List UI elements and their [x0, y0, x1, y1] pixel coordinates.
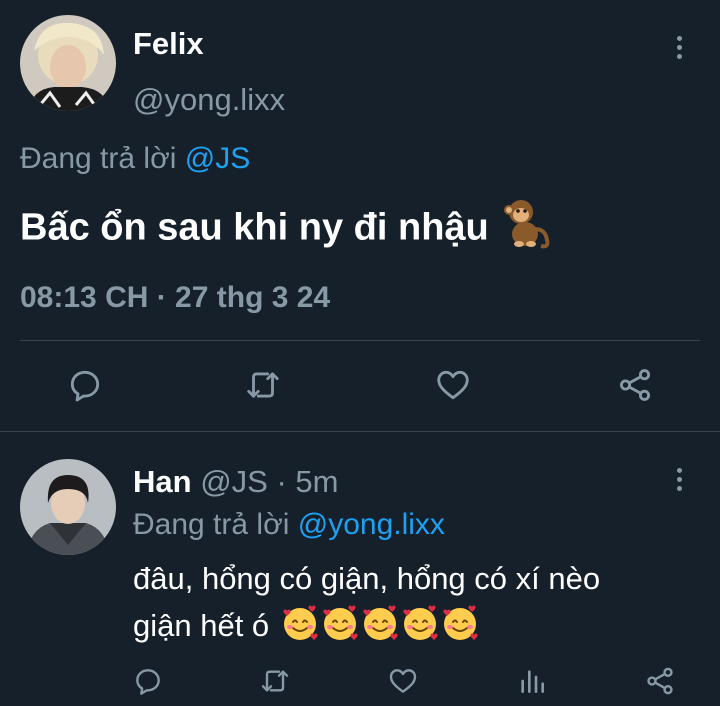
reply-to-link[interactable]: @yong.lixx — [298, 508, 445, 541]
smiling-face-with-hearts-icon — [360, 603, 400, 653]
reply-reply-icon[interactable] — [132, 665, 164, 697]
reply-prefix: Đang trả lời — [133, 508, 290, 541]
emoji-row — [280, 603, 480, 653]
avatar-han[interactable] — [20, 459, 116, 555]
divider — [20, 340, 700, 341]
author-handle[interactable]: @yong.lixx — [133, 80, 285, 120]
smiling-face-with-hearts-icon — [280, 603, 320, 653]
reply-time-ago[interactable]: · 5m — [276, 464, 338, 499]
like-icon[interactable] — [434, 366, 472, 404]
monkey-icon — [499, 196, 553, 263]
more-options-icon[interactable] — [677, 36, 683, 59]
reply-prefix: Đang trả lời — [20, 142, 177, 175]
smiling-face-with-hearts-icon — [400, 603, 440, 653]
analytics-icon[interactable] — [516, 665, 548, 697]
reply-context: Đang trả lời @JS — [20, 139, 250, 179]
reply-text-line1: đâu, hổng có giận, hổng có xí nèo — [133, 561, 601, 596]
tweet-timestamp[interactable]: 08:13 CH · 27 thg 3 24 — [20, 278, 330, 318]
reply-more-options-icon[interactable] — [677, 468, 683, 491]
reply-like-icon[interactable] — [387, 665, 419, 697]
retweet-icon[interactable] — [243, 366, 283, 404]
reply-context: Đang trả lời @yong.lixx — [133, 505, 445, 545]
reply-retweet-icon[interactable] — [258, 665, 292, 697]
avatar-felix[interactable] — [20, 15, 116, 111]
reply-to-link[interactable]: @JS — [185, 142, 250, 175]
reply-share-icon[interactable] — [644, 665, 676, 697]
author-name[interactable]: Felix — [133, 24, 204, 64]
tweet-separator — [0, 431, 720, 432]
reply-icon[interactable] — [66, 366, 104, 404]
tweet-text-content: Bấc ổn sau khi ny đi nhậu — [20, 206, 489, 249]
smiling-face-with-hearts-icon — [320, 603, 360, 653]
reply-author-handle[interactable]: @JS — [200, 464, 268, 499]
reply-header: Han @JS · 5m — [133, 462, 338, 502]
share-icon[interactable] — [616, 366, 654, 404]
smiling-face-with-hearts-icon — [440, 603, 480, 653]
tweet-text: Bấc ổn sau khi ny đi nhậu — [20, 196, 553, 263]
reply-text-line2-content: giận hết ó — [133, 608, 270, 644]
reply-author-name[interactable]: Han — [133, 464, 192, 499]
reply-text-line2: giận hết ó — [133, 603, 480, 653]
